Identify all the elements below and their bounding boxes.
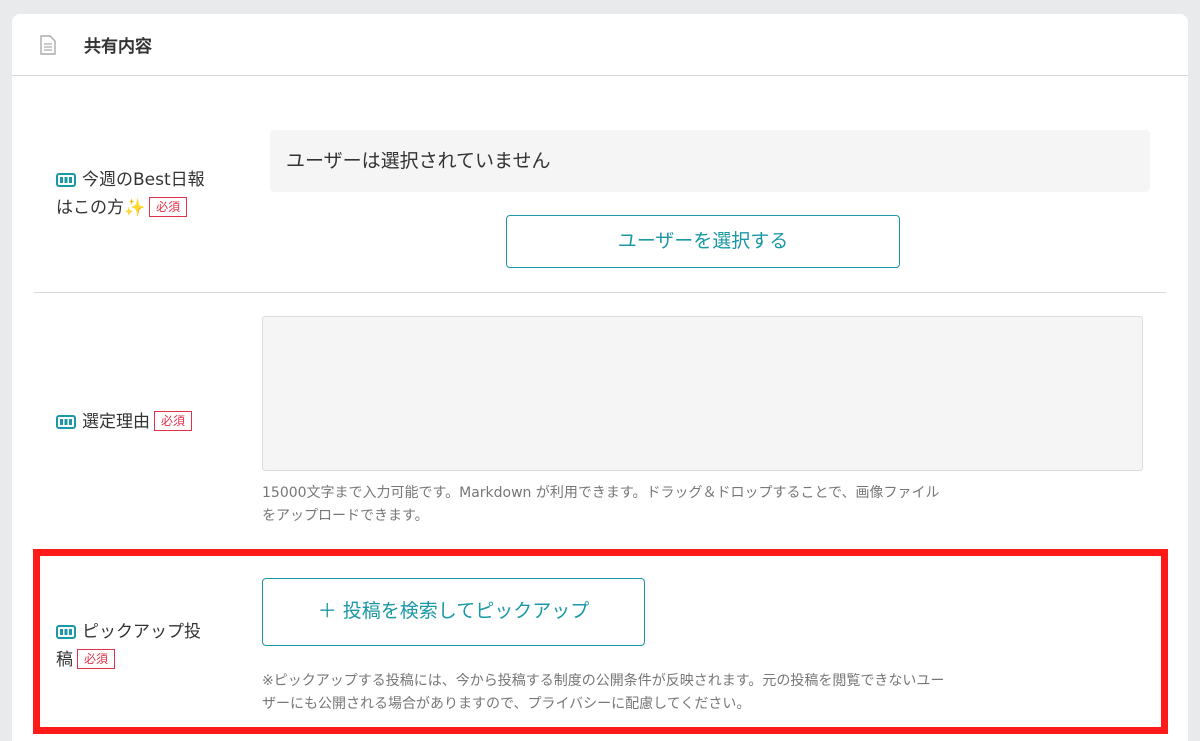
field-icon: [56, 625, 76, 639]
card-header: 共有内容: [12, 14, 1188, 76]
pickup-label: ピックアップ投 稿必須: [56, 622, 201, 670]
reason-hint: 15000文字まで入力可能です。Markdown が利用できます。ドラッグ＆ドロ…: [262, 485, 940, 524]
card-title: 共有内容: [84, 37, 152, 57]
field-icon: [56, 173, 76, 187]
selected-user-display: ユーザーは選択されていません: [270, 130, 1150, 192]
required-badge: 必須: [149, 197, 188, 217]
best-report-label: 今週のBest日報 はこの方✨ 必須: [56, 170, 205, 218]
divider: [34, 292, 1166, 293]
reason-textarea[interactable]: [262, 316, 1143, 471]
required-badge: 必須: [154, 411, 193, 431]
select-user-button[interactable]: ユーザーを選択する: [506, 215, 900, 268]
field-icon: [56, 415, 76, 429]
reason-label: 選定理由 必須: [56, 408, 193, 436]
search-pickup-post-button[interactable]: ＋ 投稿を検索してピックアップ: [262, 578, 645, 646]
sparkle-icon: ✨: [124, 198, 146, 218]
document-icon: [40, 34, 56, 55]
pickup-note: ※ピックアップする投稿には、今から投稿する制度の公開条件が反映されます。元の投稿…: [262, 673, 945, 712]
required-badge: 必須: [77, 649, 116, 669]
